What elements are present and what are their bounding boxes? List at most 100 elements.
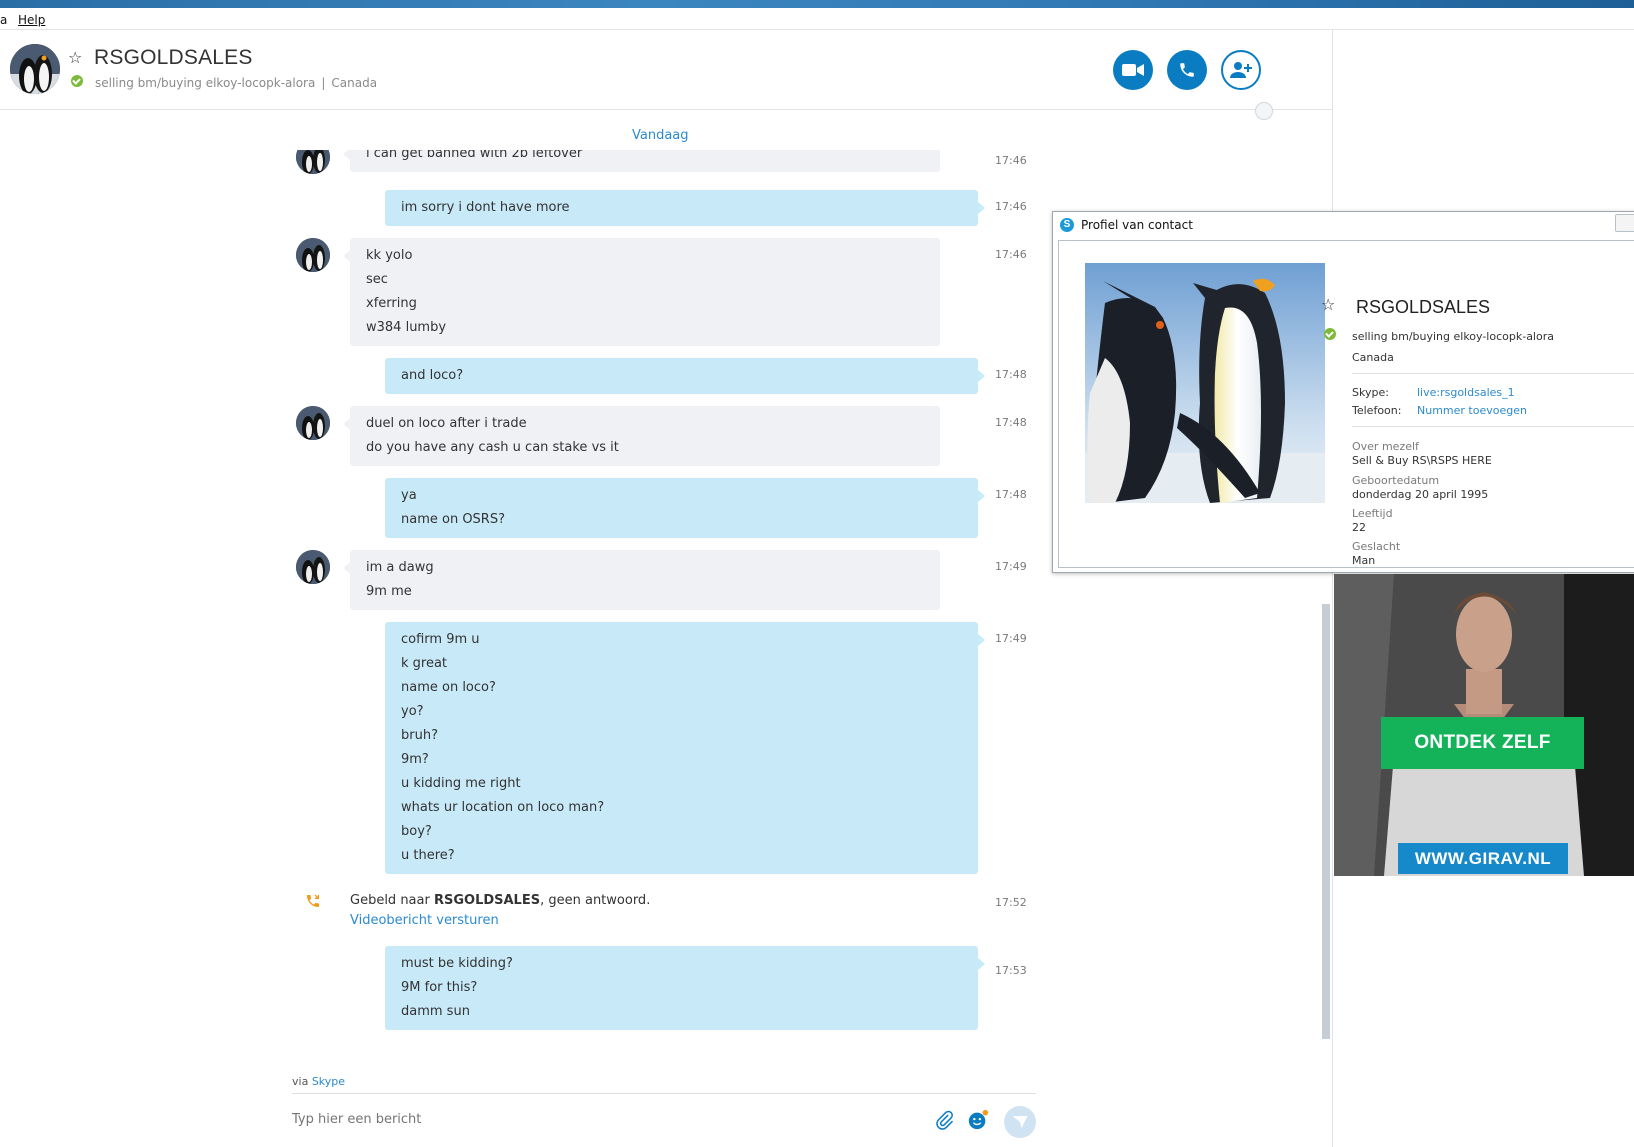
mood-text: selling bm/buying elkoy-locopk-alora — [95, 76, 316, 90]
profile-online-status-icon — [1324, 328, 1336, 340]
message-time: 17:48 — [995, 368, 1027, 381]
profile-window-title: Profiel van contact — [1081, 218, 1193, 232]
call-suffix: , geen antwoord. — [540, 893, 651, 908]
contact-avatar[interactable] — [10, 44, 60, 94]
emoticon-button[interactable] — [964, 1106, 992, 1134]
message-bubble-outgoing: im sorry i dont have more — [385, 190, 985, 226]
profile-country: Canada — [1352, 351, 1394, 364]
message-line: cofirm 9m u — [401, 632, 480, 647]
call-prefix: Gebeld naar — [350, 893, 434, 908]
via-label: via Skype — [292, 1075, 345, 1088]
audio-call-button[interactable] — [1167, 50, 1207, 90]
message-avatar — [296, 550, 330, 584]
via-skype-link[interactable]: Skype — [312, 1075, 345, 1088]
message-bubble-incoming: i can get banned with 2b leftover — [343, 150, 940, 172]
contact-profile-window: S Profiel van contact ☆ RSGOLDSALES sell… — [1052, 211, 1634, 573]
gender-value: Man — [1352, 554, 1376, 567]
message-line: u kidding me right — [401, 776, 521, 791]
video-call-icon — [1122, 64, 1144, 76]
message-line: damm sun — [401, 1004, 470, 1019]
skype-id-link[interactable]: live:rsgoldsales_1 — [1417, 386, 1515, 399]
message-time: 17:52 — [995, 896, 1027, 909]
advertisement-banner[interactable]: ONTDEK ZELF WWW.GIRAV.NL — [1334, 574, 1634, 876]
message-line: k great — [401, 656, 448, 671]
message-line: 9M for this? — [401, 980, 478, 995]
profile-content: ☆ RSGOLDSALES selling bm/buying elkoy-lo… — [1058, 240, 1634, 568]
add-contact-button[interactable] — [1221, 50, 1261, 90]
contact-location: Canada — [331, 76, 378, 90]
message-avatar — [296, 150, 330, 174]
message-time: 17:46 — [995, 200, 1027, 213]
attach-file-button[interactable] — [930, 1106, 958, 1134]
birthdate-label: Geboortedatum — [1352, 474, 1440, 487]
menu-item-fragment[interactable]: a — [0, 13, 7, 27]
window-top-strip — [0, 0, 1634, 8]
message-bubble-outgoing: ya name on OSRS? — [385, 478, 985, 538]
message-line: duel on loco after i trade — [366, 416, 527, 431]
send-button[interactable] — [1004, 1106, 1036, 1138]
age-label: Leeftijd — [1352, 507, 1393, 520]
phone-icon — [1180, 63, 1194, 77]
message-time: 17:48 — [995, 488, 1027, 501]
via-prefix: via — [292, 1075, 312, 1088]
skype-label: Skype: — [1352, 386, 1389, 399]
message-line: and loco? — [401, 368, 464, 383]
send-video-message-link[interactable]: Videobericht versturen — [350, 913, 499, 928]
globe-icon — [1255, 102, 1273, 120]
message-line: whats ur location on loco man? — [401, 800, 605, 815]
pane-divider — [1332, 30, 1333, 1147]
conversation-header: ☆ RSGOLDSALES selling bm/buying elkoy-lo… — [0, 30, 1332, 110]
message-line: bruh? — [401, 728, 438, 743]
chat-scrollbar[interactable] — [1322, 604, 1330, 1039]
message-line: 9m? — [401, 752, 429, 767]
gender-label: Geslacht — [1352, 540, 1401, 553]
message-time: 17:49 — [995, 560, 1027, 573]
message-bubble-incoming: kk yolo sec xferring w384 lumby — [343, 238, 940, 346]
online-status-icon — [71, 75, 83, 87]
message-time: 17:46 — [995, 154, 1027, 167]
message-bubble-incoming: im a dawg 9m me — [343, 550, 940, 610]
message-line: name on OSRS? — [401, 512, 505, 527]
profile-mood: selling bm/buying elkoy-locopk-alora — [1352, 330, 1554, 343]
about-label: Over mezelf — [1352, 440, 1419, 453]
favorite-star-icon[interactable]: ☆ — [68, 48, 82, 67]
missed-call-icon — [305, 893, 321, 913]
mood-separator: | — [321, 76, 326, 90]
message-line: ya — [401, 488, 417, 503]
emoticon-icon — [968, 1109, 989, 1130]
video-call-button[interactable] — [1113, 50, 1153, 90]
ad-cta-button[interactable]: ONTDEK ZELF — [1381, 717, 1584, 769]
message-line: do you have any cash u can stake vs it — [366, 440, 619, 455]
close-window-button[interactable] — [1615, 214, 1634, 232]
message-line: xferring — [366, 296, 417, 311]
profile-favorite-star-icon[interactable]: ☆ — [1321, 295, 1335, 314]
message-line: kk yolo — [366, 248, 413, 263]
menu-bar: a Help — [0, 10, 1634, 30]
message-bubble-incoming: duel on loco after i trade do you have a… — [343, 406, 940, 466]
profile-titlebar: S Profiel van contact — [1053, 212, 1634, 238]
message-bubble-outgoing: cofirm 9m u k great name on loco? yo? br… — [385, 622, 985, 874]
ad-url-label[interactable]: WWW.GIRAV.NL — [1398, 843, 1568, 874]
profile-name: RSGOLDSALES — [1356, 297, 1491, 317]
message-avatar — [296, 406, 330, 440]
message-line: 9m me — [366, 584, 412, 599]
message-bubble-outgoing: must be kidding? 9M for this? damm sun — [385, 946, 985, 1030]
menu-item-help[interactable]: Help — [18, 13, 45, 27]
profile-photo — [1085, 263, 1325, 503]
message-line: i can get banned with 2b leftover — [366, 150, 583, 161]
profile-separator — [1352, 373, 1634, 374]
message-line: must be kidding? — [401, 956, 513, 971]
add-phone-link[interactable]: Nummer toevoegen — [1417, 404, 1527, 417]
birthdate-value: donderdag 20 april 1995 — [1352, 488, 1489, 501]
message-time: 17:48 — [995, 416, 1027, 429]
date-divider: Vandaag — [632, 128, 689, 143]
message-time: 17:49 — [995, 632, 1027, 645]
age-value: 22 — [1352, 521, 1366, 534]
message-line: name on loco? — [401, 680, 496, 695]
message-line: im sorry i dont have more — [401, 200, 570, 215]
message-line: w384 lumby — [366, 320, 447, 335]
message-input[interactable] — [292, 1112, 852, 1127]
send-icon — [1012, 1116, 1028, 1128]
call-event-text: Gebeld naar RSGOLDSALES, geen antwoord. — [350, 893, 650, 908]
add-contact-icon — [1230, 62, 1252, 78]
